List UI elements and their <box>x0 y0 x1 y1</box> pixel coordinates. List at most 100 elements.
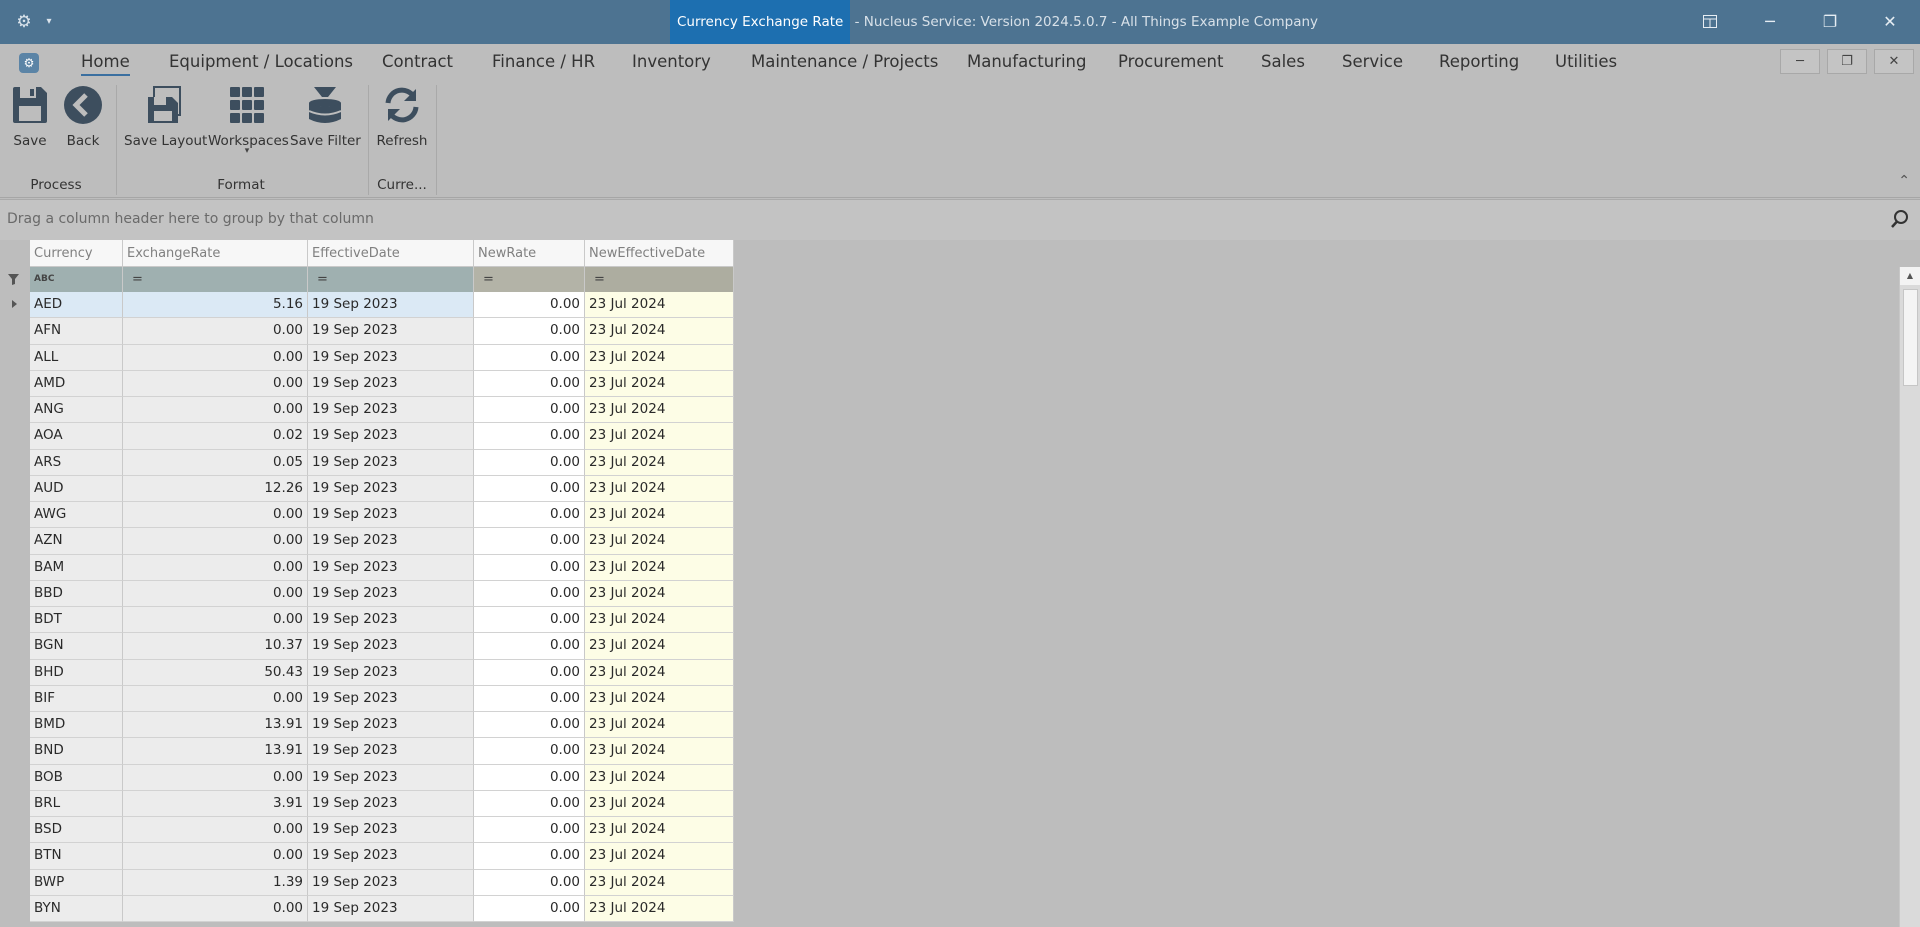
cell-neweffectivedate[interactable]: 23 Jul 2024 <box>585 554 734 581</box>
collapse-ribbon-icon[interactable]: ⌃ <box>1898 173 1910 189</box>
save-filter-button[interactable]: Save Filter <box>290 83 361 149</box>
cell-newrate[interactable]: 0.00 <box>474 449 585 476</box>
table-row[interactable]: BYN 0.00 19 Sep 2023 0.00 23 Jul 2024 <box>30 895 734 922</box>
cell-neweffectivedate[interactable]: 23 Jul 2024 <box>585 528 734 555</box>
menu-service[interactable]: Service <box>1342 50 1403 74</box>
refresh-button[interactable]: Refresh <box>374 83 430 149</box>
menu-home[interactable]: Home <box>81 50 130 76</box>
column-header-exchangerate[interactable]: ExchangeRate <box>123 240 308 267</box>
table-row[interactable]: BDT 0.00 19 Sep 2023 0.00 23 Jul 2024 <box>30 607 734 634</box>
table-row[interactable]: BBD 0.00 19 Sep 2023 0.00 23 Jul 2024 <box>30 580 734 607</box>
mdi-restore-button[interactable]: ❐ <box>1827 49 1867 74</box>
menu-procurement[interactable]: Procurement <box>1118 50 1223 74</box>
cell-newrate[interactable]: 0.00 <box>474 869 585 896</box>
cell-neweffectivedate[interactable]: 23 Jul 2024 <box>585 843 734 870</box>
cell-neweffectivedate[interactable]: 23 Jul 2024 <box>585 685 734 712</box>
table-row[interactable]: BAM 0.00 19 Sep 2023 0.00 23 Jul 2024 <box>30 554 734 581</box>
table-row[interactable]: BWP 1.39 19 Sep 2023 0.00 23 Jul 2024 <box>30 869 734 896</box>
table-row[interactable]: ARS 0.05 19 Sep 2023 0.00 23 Jul 2024 <box>30 449 734 476</box>
vertical-scrollbar[interactable]: ▲ <box>1899 267 1920 927</box>
save-button[interactable]: Save <box>10 83 50 149</box>
menu-reporting[interactable]: Reporting <box>1439 50 1519 74</box>
cell-neweffectivedate[interactable]: 23 Jul 2024 <box>585 633 734 660</box>
cell-neweffectivedate[interactable]: 23 Jul 2024 <box>585 344 734 371</box>
cell-newrate[interactable]: 0.00 <box>474 528 585 555</box>
cell-newrate[interactable]: 0.00 <box>474 790 585 817</box>
cell-neweffectivedate[interactable]: 23 Jul 2024 <box>585 895 734 922</box>
cell-newrate[interactable]: 0.00 <box>474 344 585 371</box>
table-row[interactable]: BTN 0.00 19 Sep 2023 0.00 23 Jul 2024 <box>30 843 734 870</box>
table-row[interactable]: AMD 0.00 19 Sep 2023 0.00 23 Jul 2024 <box>30 370 734 397</box>
table-row[interactable]: AED 5.16 19 Sep 2023 0.00 23 Jul 2024 <box>30 292 734 319</box>
column-header-effectivedate[interactable]: EffectiveDate <box>308 240 474 267</box>
table-row[interactable]: BRL 3.91 19 Sep 2023 0.00 23 Jul 2024 <box>30 790 734 817</box>
cell-newrate[interactable]: 0.00 <box>474 607 585 634</box>
cell-neweffectivedate[interactable]: 23 Jul 2024 <box>585 764 734 791</box>
table-row[interactable]: BGN 10.37 19 Sep 2023 0.00 23 Jul 2024 <box>30 633 734 660</box>
table-row[interactable]: BIF 0.00 19 Sep 2023 0.00 23 Jul 2024 <box>30 685 734 712</box>
filter-effectivedate[interactable]: = <box>308 267 474 292</box>
mdi-minimize-button[interactable]: ─ <box>1780 49 1820 74</box>
search-icon[interactable] <box>1890 209 1910 229</box>
back-button[interactable]: Back <box>62 83 104 149</box>
close-window-button[interactable]: ✕ <box>1866 0 1914 44</box>
cell-neweffectivedate[interactable]: 23 Jul 2024 <box>585 370 734 397</box>
column-header-neweffectivedate[interactable]: NewEffectiveDate <box>585 240 734 267</box>
table-row[interactable]: BMD 13.91 19 Sep 2023 0.00 23 Jul 2024 <box>30 712 734 739</box>
app-menu-icon[interactable]: ⚙ <box>19 53 39 73</box>
column-header-currency[interactable]: Currency <box>30 240 123 267</box>
cell-newrate[interactable]: 0.00 <box>474 502 585 529</box>
table-row[interactable]: AOA 0.02 19 Sep 2023 0.00 23 Jul 2024 <box>30 423 734 450</box>
settings-gear-icon[interactable]: ⚙ <box>14 12 34 32</box>
table-row[interactable]: AWG 0.00 19 Sep 2023 0.00 23 Jul 2024 <box>30 502 734 529</box>
cell-newrate[interactable]: 0.00 <box>474 712 585 739</box>
table-row[interactable]: AFN 0.00 19 Sep 2023 0.00 23 Jul 2024 <box>30 318 734 345</box>
layout-icon[interactable] <box>1686 0 1734 44</box>
cell-neweffectivedate[interactable]: 23 Jul 2024 <box>585 659 734 686</box>
cell-neweffectivedate[interactable]: 23 Jul 2024 <box>585 580 734 607</box>
cell-newrate[interactable]: 0.00 <box>474 580 585 607</box>
cell-newrate[interactable]: 0.00 <box>474 633 585 660</box>
filter-exchangerate[interactable]: = <box>123 267 308 292</box>
cell-newrate[interactable]: 0.00 <box>474 370 585 397</box>
cell-newrate[interactable]: 0.00 <box>474 817 585 844</box>
cell-neweffectivedate[interactable]: 23 Jul 2024 <box>585 475 734 502</box>
filter-icon[interactable] <box>8 274 19 288</box>
filter-newrate[interactable]: = <box>474 267 585 292</box>
save-layout-button[interactable]: Save Layout <box>124 83 207 149</box>
menu-finance-hr[interactable]: Finance / HR <box>492 50 595 74</box>
cell-newrate[interactable]: 0.00 <box>474 397 585 424</box>
menu-manufacturing[interactable]: Manufacturing <box>967 50 1086 74</box>
menu-equipment-locations[interactable]: Equipment / Locations <box>169 50 353 74</box>
cell-newrate[interactable]: 0.00 <box>474 318 585 345</box>
table-row[interactable]: BSD 0.00 19 Sep 2023 0.00 23 Jul 2024 <box>30 817 734 844</box>
menu-inventory[interactable]: Inventory <box>632 50 711 74</box>
scroll-up-icon[interactable]: ▲ <box>1900 267 1920 285</box>
table-row[interactable]: AUD 12.26 19 Sep 2023 0.00 23 Jul 2024 <box>30 475 734 502</box>
scrollbar-thumb[interactable] <box>1903 289 1918 386</box>
filter-neweffectivedate[interactable]: = <box>585 267 734 292</box>
table-row[interactable]: BOB 0.00 19 Sep 2023 0.00 23 Jul 2024 <box>30 764 734 791</box>
mdi-close-button[interactable]: ✕ <box>1874 49 1914 74</box>
cell-neweffectivedate[interactable]: 23 Jul 2024 <box>585 292 734 319</box>
minimize-window-button[interactable]: ─ <box>1746 0 1794 44</box>
cell-neweffectivedate[interactable]: 23 Jul 2024 <box>585 449 734 476</box>
cell-newrate[interactable]: 0.00 <box>474 843 585 870</box>
menu-sales[interactable]: Sales <box>1261 50 1305 74</box>
cell-neweffectivedate[interactable]: 23 Jul 2024 <box>585 712 734 739</box>
cell-neweffectivedate[interactable]: 23 Jul 2024 <box>585 423 734 450</box>
group-by-panel[interactable]: Drag a column header here to group by th… <box>0 199 1920 241</box>
quick-access-dropdown-icon[interactable]: ▾ <box>42 13 56 31</box>
cell-newrate[interactable]: 0.00 <box>474 554 585 581</box>
menu-contract[interactable]: Contract <box>382 50 453 74</box>
cell-newrate[interactable]: 0.00 <box>474 423 585 450</box>
cell-newrate[interactable]: 0.00 <box>474 292 585 319</box>
cell-neweffectivedate[interactable]: 23 Jul 2024 <box>585 502 734 529</box>
cell-newrate[interactable]: 0.00 <box>474 738 585 765</box>
menu-maintenance-projects[interactable]: Maintenance / Projects <box>751 50 938 74</box>
table-row[interactable]: ANG 0.00 19 Sep 2023 0.00 23 Jul 2024 <box>30 397 734 424</box>
table-row[interactable]: BND 13.91 19 Sep 2023 0.00 23 Jul 2024 <box>30 738 734 765</box>
workspaces-button[interactable]: Workspaces ▾ <box>208 83 289 156</box>
column-header-newrate[interactable]: NewRate <box>474 240 585 267</box>
restore-window-button[interactable]: ❐ <box>1806 0 1854 44</box>
